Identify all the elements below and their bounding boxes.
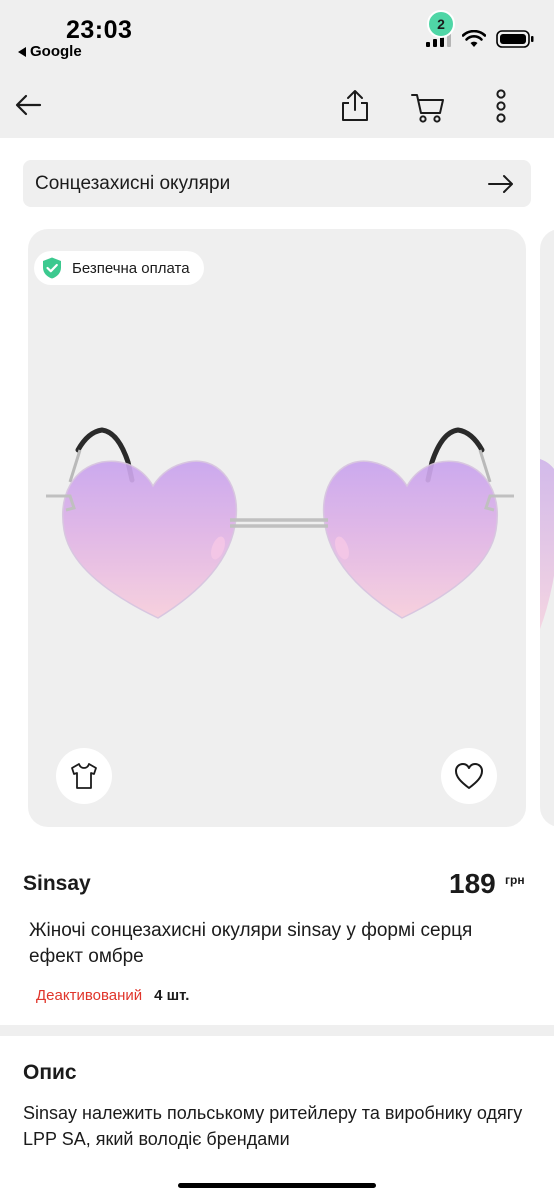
size-guide-button[interactable] [56,748,112,804]
shield-check-icon [43,257,61,279]
safe-payment-badge: Безпечна оплата [34,251,204,285]
safe-payment-label: Безпечна оплата [72,259,190,277]
status-bar: 23:03 Google [0,0,554,70]
section-divider [0,1025,554,1036]
back-app-label: Google [30,43,82,60]
next-image-preview [540,459,554,629]
search-query: Сонцезахисні окуляри [35,172,231,194]
back-triangle-icon [18,46,26,57]
quantity-value: 4 шт. [154,987,190,1004]
arrow-right-icon[interactable] [487,170,515,198]
home-indicator[interactable] [178,1183,376,1188]
tshirt-icon [71,763,97,789]
add-to-favorites-button[interactable] [441,748,497,804]
cart-count-badge: 2 [427,10,455,38]
product-price: 189 [449,868,496,899]
status-time: 23:03 [66,16,133,44]
more-vertical-icon[interactable] [490,88,512,124]
price-currency: грн [505,873,525,887]
status-badge: Деактивований [36,987,143,1004]
description-heading: Опис [23,1061,77,1084]
battery-icon [496,30,534,48]
next-gallery-image[interactable] [540,229,554,827]
arrow-left-icon[interactable] [14,90,44,120]
brand-name: Sinsay [23,872,91,895]
product-status-line: Деактивований 4 шт. [36,987,189,1004]
search-bar[interactable]: Сонцезахисні окуляри [23,160,531,207]
product-image-glasses [46,427,514,619]
heart-icon [455,763,483,789]
share-icon[interactable] [340,88,370,122]
description-text: Sinsay належить польському ритейлеру та … [23,1103,523,1149]
product-title: Жіночі сонцезахисні окуляри sinsay у фор… [29,920,473,967]
nav-bar [0,70,554,138]
back-to-app-link[interactable]: Google [18,43,82,60]
cart-icon[interactable] [410,90,446,124]
wifi-icon [462,30,486,47]
